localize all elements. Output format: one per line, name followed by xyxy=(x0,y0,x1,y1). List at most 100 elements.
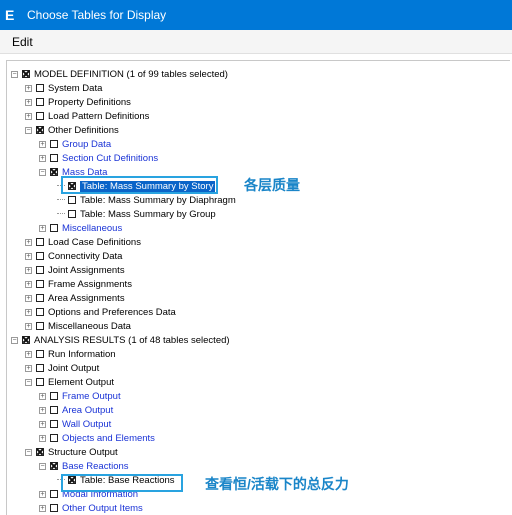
tree-row[interactable]: + Group Data xyxy=(39,137,111,151)
tree-checkbox[interactable] xyxy=(36,308,44,316)
tree-label: Structure Output xyxy=(48,446,118,458)
collapse-icon[interactable]: − xyxy=(25,378,32,386)
tree-checkbox[interactable] xyxy=(36,266,44,274)
tree-label: Table: Mass Summary by Diaphragm xyxy=(80,194,236,206)
tree-label: Frame Assignments xyxy=(48,278,132,290)
tree-row[interactable]: + Miscellaneous xyxy=(39,221,122,235)
tree-checkbox[interactable] xyxy=(36,364,44,372)
tree-checkbox[interactable] xyxy=(36,252,44,260)
expand-icon[interactable]: + xyxy=(39,154,46,162)
tree-row[interactable]: + Miscellaneous Data xyxy=(25,319,131,333)
expand-icon[interactable]: + xyxy=(39,490,46,498)
expand-icon[interactable]: + xyxy=(25,322,32,330)
expand-icon[interactable]: + xyxy=(39,434,46,442)
tree-checkbox[interactable] xyxy=(50,504,58,512)
tree-row[interactable]: + Joint Output xyxy=(25,361,99,375)
expand-icon[interactable]: + xyxy=(39,504,46,512)
tree-row[interactable]: + Area Output xyxy=(39,403,113,417)
tree-checkbox[interactable] xyxy=(22,336,30,344)
expand-icon[interactable]: + xyxy=(25,308,32,316)
expand-icon[interactable]: + xyxy=(25,266,32,274)
tree-checkbox[interactable] xyxy=(36,322,44,330)
tree-checkbox[interactable] xyxy=(36,112,44,120)
tree-row[interactable]: + System Data xyxy=(25,81,102,95)
tree-label: Options and Preferences Data xyxy=(48,306,176,318)
tree-checkbox[interactable] xyxy=(50,392,58,400)
menu-bar: Edit xyxy=(0,30,512,54)
tree-row[interactable]: + Frame Assignments xyxy=(25,277,132,291)
expand-icon[interactable]: + xyxy=(25,112,32,120)
tree-checkbox[interactable] xyxy=(50,168,58,176)
tree-checkbox[interactable] xyxy=(36,378,44,386)
tree-checkbox[interactable] xyxy=(36,238,44,246)
expand-icon[interactable]: + xyxy=(39,406,46,414)
tree-checkbox[interactable] xyxy=(50,420,58,428)
tree-row[interactable]: − Other Definitions xyxy=(25,123,119,137)
tree-row[interactable]: − Base Reactions xyxy=(39,459,129,473)
tree-checkbox[interactable] xyxy=(36,84,44,92)
expand-icon[interactable]: + xyxy=(25,84,32,92)
tree-row[interactable]: + Run Information xyxy=(25,347,116,361)
tree-checkbox[interactable] xyxy=(50,154,58,162)
tree-checkbox[interactable] xyxy=(36,98,44,106)
expand-icon[interactable]: + xyxy=(25,350,32,358)
annotation-mass: 各层质量 xyxy=(244,177,300,193)
tree-label: Objects and Elements xyxy=(62,432,155,444)
tree-label: Wall Output xyxy=(62,418,112,430)
tree-row[interactable]: + Load Case Definitions xyxy=(25,235,141,249)
table-tree[interactable]: − MODEL DEFINITION (1 of 99 tables select… xyxy=(6,60,510,515)
tree-row[interactable]: + Frame Output xyxy=(39,389,121,403)
tree-checkbox[interactable] xyxy=(68,196,76,204)
tree-row[interactable]: − Element Output xyxy=(25,375,114,389)
expand-icon[interactable]: + xyxy=(25,98,32,106)
tree-row[interactable]: + Section Cut Definitions xyxy=(39,151,158,165)
tree-checkbox[interactable] xyxy=(68,210,76,218)
tree-checkbox[interactable] xyxy=(50,462,58,470)
tree-row[interactable]: + Objects and Elements xyxy=(39,431,155,445)
menu-edit[interactable]: Edit xyxy=(12,35,33,49)
tree-row[interactable]: + Options and Preferences Data xyxy=(25,305,176,319)
tree-checkbox[interactable] xyxy=(22,70,30,78)
tree-label: Joint Assignments xyxy=(48,264,125,276)
expand-icon[interactable]: + xyxy=(25,280,32,288)
tree-row[interactable]: + Connectivity Data xyxy=(25,249,122,263)
tree-row[interactable]: + Joint Assignments xyxy=(25,263,125,277)
tree-row[interactable]: − ANALYSIS RESULTS (1 of 48 tables select… xyxy=(11,333,230,347)
tree-row[interactable]: Table: Mass Summary by Group xyxy=(57,207,216,221)
expand-icon[interactable]: + xyxy=(25,294,32,302)
tree-row[interactable]: + Property Definitions xyxy=(25,95,131,109)
tree-checkbox[interactable] xyxy=(36,448,44,456)
collapse-icon[interactable]: − xyxy=(39,168,46,176)
tree-checkbox[interactable] xyxy=(50,490,58,498)
tree-checkbox[interactable] xyxy=(50,406,58,414)
tree-checkbox[interactable] xyxy=(36,350,44,358)
expand-icon[interactable]: + xyxy=(39,224,46,232)
expand-icon[interactable]: + xyxy=(39,392,46,400)
tree-checkbox[interactable] xyxy=(50,224,58,232)
collapse-icon[interactable]: − xyxy=(25,126,32,134)
collapse-icon[interactable]: − xyxy=(11,336,18,344)
tree-label: Element Output xyxy=(48,376,115,388)
tree-row[interactable]: Table: Mass Summary by Diaphragm xyxy=(57,193,236,207)
tree-label: Other Output Items xyxy=(62,502,143,514)
tree-row[interactable]: − Structure Output xyxy=(25,445,118,459)
expand-icon[interactable]: + xyxy=(25,238,32,246)
expand-icon[interactable]: + xyxy=(25,364,32,372)
collapse-icon[interactable]: − xyxy=(11,70,18,78)
tree-row[interactable]: + Load Pattern Definitions xyxy=(25,109,149,123)
expand-icon[interactable]: + xyxy=(39,420,46,428)
tree-checkbox[interactable] xyxy=(36,294,44,302)
tree-checkbox[interactable] xyxy=(36,126,44,134)
tree-row[interactable]: + Wall Output xyxy=(39,417,111,431)
tree-row[interactable]: − MODEL DEFINITION (1 of 99 tables select… xyxy=(11,67,228,81)
tree-row[interactable]: + Area Assignments xyxy=(25,291,125,305)
tree-label: Base Reactions xyxy=(62,460,129,472)
collapse-icon[interactable]: − xyxy=(25,448,32,456)
tree-row[interactable]: + Other Output Items xyxy=(39,501,143,515)
expand-icon[interactable]: + xyxy=(25,252,32,260)
tree-checkbox[interactable] xyxy=(50,434,58,442)
tree-checkbox[interactable] xyxy=(50,140,58,148)
expand-icon[interactable]: + xyxy=(39,140,46,148)
tree-checkbox[interactable] xyxy=(36,280,44,288)
collapse-icon[interactable]: − xyxy=(39,462,46,470)
